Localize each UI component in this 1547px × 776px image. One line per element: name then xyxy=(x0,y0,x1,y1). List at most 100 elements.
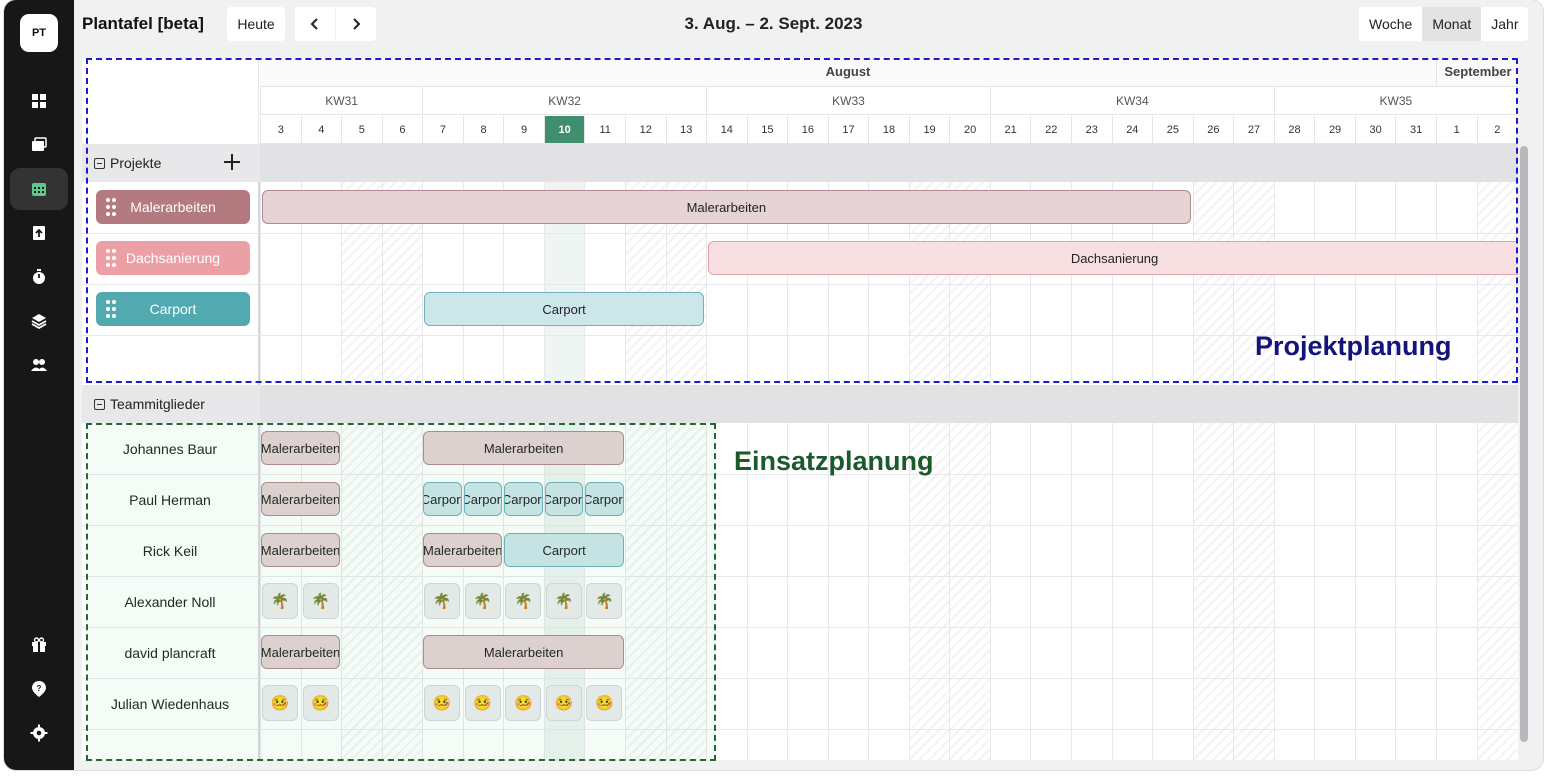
document-upload-icon xyxy=(33,226,45,240)
view-week-button[interactable]: Woche xyxy=(1359,7,1422,41)
collapse-icon[interactable] xyxy=(94,157,105,169)
schedule-board: August September KW31 KW32 KW33 KW34 KW35 3 4 5… xyxy=(82,58,1518,760)
team-group-label[interactable]: Teammitglieder xyxy=(94,396,205,412)
week-label: KW31 xyxy=(260,87,423,115)
assignment-bar[interactable]: Malerarbeiten xyxy=(261,431,341,465)
vacation-icon[interactable]: 🌴 xyxy=(586,583,623,619)
row-line xyxy=(82,525,1518,526)
day-column xyxy=(1152,144,1193,760)
project-planning-label: Projektplanung xyxy=(1255,331,1452,361)
team-planning-label: Einsatzplanung xyxy=(734,446,934,476)
drag-handle-icon[interactable] xyxy=(106,300,118,318)
project-chip[interactable]: Malerarbeiten xyxy=(96,190,250,224)
project-chip[interactable]: Carport xyxy=(96,292,250,326)
row-line xyxy=(82,284,1518,285)
day-column xyxy=(341,144,382,760)
project-bar[interactable]: Dachsanierung xyxy=(708,241,1518,275)
project-bar[interactable]: Carport xyxy=(424,292,705,326)
day-label: 4 xyxy=(300,116,342,144)
vacation-icon[interactable]: 🌴 xyxy=(505,583,542,619)
view-month-button[interactable]: Monat xyxy=(1422,7,1482,41)
gift-icon xyxy=(32,637,46,652)
prev-button[interactable] xyxy=(295,7,335,41)
sick-icon[interactable]: 🤒 xyxy=(505,685,542,721)
sick-icon[interactable]: 🤒 xyxy=(464,685,501,721)
project-chip-label: Dachsanierung xyxy=(125,250,221,266)
assignment-label: Carport xyxy=(546,491,583,507)
collapse-icon[interactable] xyxy=(94,398,105,410)
day-label: 14 xyxy=(706,116,747,144)
drag-handle-icon[interactable] xyxy=(106,249,118,267)
assignment-label: Malerarbeiten xyxy=(261,542,341,558)
day-label: 2 xyxy=(1476,116,1518,144)
sidebar-item[interactable] xyxy=(10,256,68,298)
sidebar-item[interactable]: ? xyxy=(10,668,68,710)
row-line xyxy=(82,576,1518,577)
member-name: Rick Keil xyxy=(142,542,198,559)
assignment-bar[interactable]: Carport xyxy=(423,482,462,516)
assignment-bar[interactable]: Carport xyxy=(544,482,584,516)
sick-icon[interactable]: 🤒 xyxy=(302,685,339,721)
assignment-bar[interactable]: Carport xyxy=(504,533,624,567)
assignment-bar[interactable]: Carport xyxy=(585,482,624,516)
assignment-bar[interactable]: Carport xyxy=(463,482,503,516)
assignment-bar[interactable]: Malerarbeiten xyxy=(261,635,341,669)
day-label: 30 xyxy=(1354,116,1396,144)
view-year-button[interactable]: Jahr xyxy=(1481,7,1528,41)
sidebar-item[interactable] xyxy=(10,624,68,666)
assignment-bar[interactable]: Malerarbeiten xyxy=(423,635,624,669)
member-name: Paul Herman xyxy=(129,491,211,508)
vacation-icon[interactable]: 🌴 xyxy=(302,583,339,619)
assignment-bar[interactable]: Malerarbeiten xyxy=(423,533,503,567)
settings-icon xyxy=(30,724,48,742)
day-label: 5 xyxy=(341,116,382,144)
week-label: KW35 xyxy=(1273,87,1518,115)
assignment-bar[interactable]: Carport xyxy=(504,482,543,516)
vacation-icon[interactable]: 🌴 xyxy=(464,583,501,619)
assignment-label: Carport xyxy=(586,491,623,507)
assignment-label: Carport xyxy=(542,542,586,558)
sick-icon[interactable]: 🤒 xyxy=(424,685,461,721)
today-button[interactable]: Heute xyxy=(227,7,285,41)
project-bar[interactable]: Malerarbeiten xyxy=(262,190,1191,224)
project-chip-label: Malerarbeiten xyxy=(130,199,216,215)
drag-handle-icon[interactable] xyxy=(106,198,118,216)
vacation-icon[interactable]: 🌴 xyxy=(424,583,461,619)
day-label: 29 xyxy=(1314,116,1355,144)
day-column xyxy=(665,144,707,760)
vacation-icon[interactable]: 🌴 xyxy=(262,583,298,619)
sick-icon[interactable]: 🤒 xyxy=(586,685,623,721)
sidebar-item[interactable] xyxy=(10,124,68,166)
row-line xyxy=(82,729,1518,730)
sidebar-item[interactable] xyxy=(10,300,68,342)
member-name: Julian Wiedenhaus xyxy=(110,695,230,712)
assignment-label: Carport xyxy=(505,491,542,507)
sidebar-item[interactable] xyxy=(10,212,68,254)
chevron-right-icon xyxy=(353,18,361,30)
day-label: 21 xyxy=(989,116,1031,144)
sick-icon[interactable]: 🤒 xyxy=(545,685,582,721)
plus-icon[interactable] xyxy=(222,152,242,172)
next-button[interactable] xyxy=(336,7,376,41)
app-logo[interactable]: PT xyxy=(20,14,58,52)
sidebar-item[interactable] xyxy=(10,80,68,122)
month-label: August xyxy=(825,64,871,79)
day-label: 16 xyxy=(787,116,828,144)
row-line xyxy=(82,627,1518,628)
project-chip[interactable]: Dachsanierung xyxy=(96,241,250,275)
assignment-label: Malerarbeiten xyxy=(261,644,341,660)
sidebar-item[interactable] xyxy=(10,712,68,754)
assignment-bar[interactable]: Malerarbeiten xyxy=(261,533,341,567)
scrollbar[interactable] xyxy=(1520,146,1528,742)
member-name: Alexander Noll xyxy=(124,593,216,610)
sick-icon[interactable]: 🤒 xyxy=(262,685,298,721)
team-group-row: Teammitglieder xyxy=(82,385,1518,423)
assignment-bar[interactable]: Malerarbeiten xyxy=(261,482,341,516)
dashboard-icon xyxy=(32,94,46,108)
projects-group-label[interactable]: Projekte xyxy=(94,155,161,171)
sidebar-item[interactable] xyxy=(10,344,68,386)
sidebar-item[interactable] xyxy=(10,168,68,210)
vacation-icon[interactable]: 🌴 xyxy=(545,583,582,619)
assignment-bar[interactable]: Malerarbeiten xyxy=(423,431,624,465)
day-label: 25 xyxy=(1152,116,1193,144)
